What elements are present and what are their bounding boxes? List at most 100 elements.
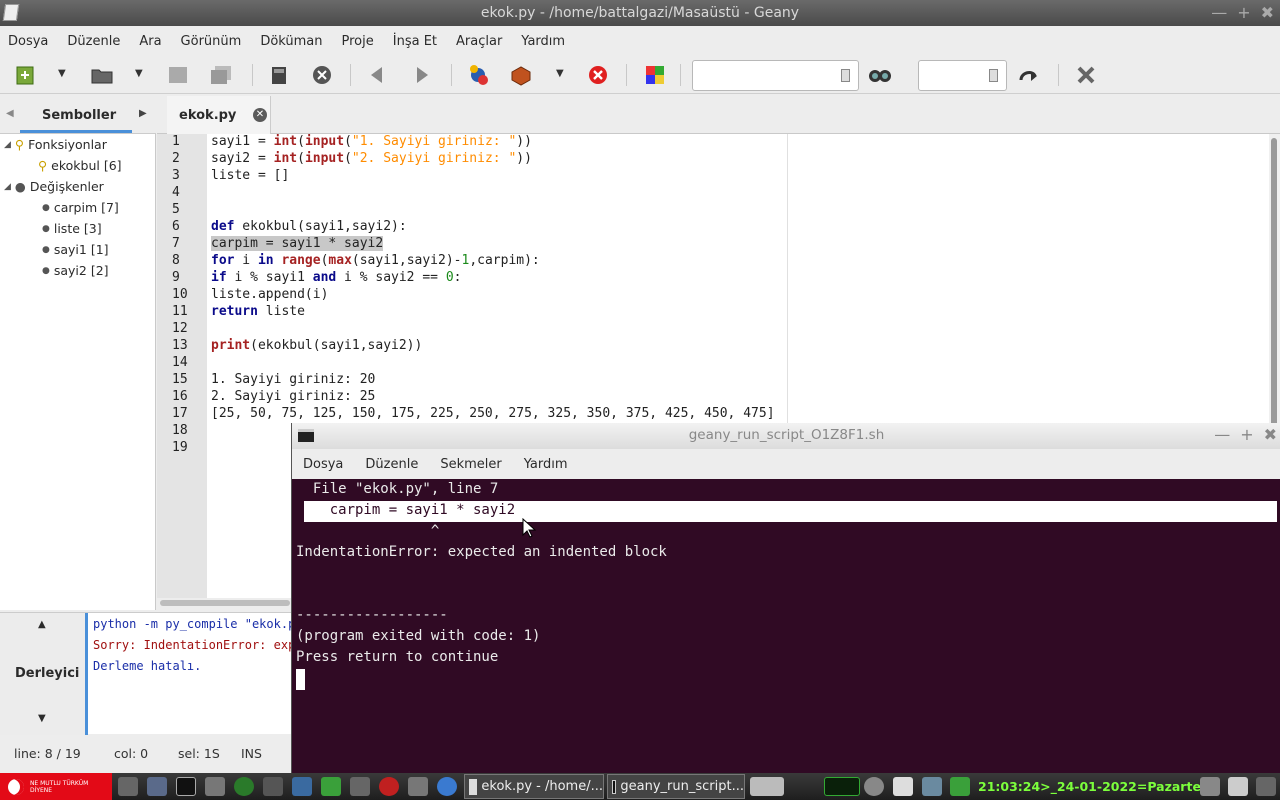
- download-icon[interactable]: [1228, 777, 1248, 796]
- minimize-button[interactable]: —: [1211, 0, 1227, 26]
- network-icon[interactable]: [922, 777, 942, 796]
- tree-item-carpim[interactable]: ● carpim [7]: [42, 200, 119, 215]
- menu-duzenle[interactable]: Düzenle: [67, 34, 129, 49]
- calculator-icon[interactable]: [263, 777, 283, 796]
- chevron-down-icon[interactable]: ▼: [58, 68, 66, 79]
- scroll-down-icon[interactable]: ▼: [38, 713, 46, 724]
- code-line[interactable]: liste = []: [211, 168, 289, 183]
- revert-icon[interactable]: [266, 62, 292, 88]
- stop-icon[interactable]: [585, 62, 611, 88]
- clear-icon[interactable]: [841, 69, 850, 82]
- close-button[interactable]: ✖: [1261, 0, 1274, 26]
- save-all-icon[interactable]: [208, 62, 234, 88]
- tab-derleyici[interactable]: Derleyici: [15, 666, 79, 681]
- tree-item-sayi2[interactable]: ● sayi2 [2]: [42, 263, 109, 278]
- save-icon[interactable]: [165, 62, 191, 88]
- terminal-menu-yardim[interactable]: Yardım: [524, 457, 568, 472]
- maximize-button[interactable]: +: [1237, 0, 1250, 26]
- game-icon[interactable]: [321, 777, 341, 796]
- tree-item-ekokbul[interactable]: ⚲ ekokbul [6]: [38, 158, 122, 173]
- close-file-icon[interactable]: [309, 62, 335, 88]
- search-input[interactable]: [692, 60, 859, 91]
- terminal-line[interactable]: ------------------: [296, 607, 448, 623]
- show-desktop-icon[interactable]: [118, 777, 138, 796]
- code-line[interactable]: 2. Sayiyi giriniz: 25: [211, 389, 375, 404]
- expander-icon[interactable]: ◢: [4, 140, 11, 150]
- clock[interactable]: 21:03:24>_24-01-2022=Pazartesi: [978, 779, 1213, 794]
- menu-araclar[interactable]: Araçlar: [456, 34, 511, 49]
- terminal-launcher-icon[interactable]: [176, 777, 196, 796]
- menu-proje[interactable]: Proje: [342, 34, 383, 49]
- browser-icon[interactable]: [437, 777, 457, 796]
- close-button[interactable]: ✖: [1264, 423, 1277, 447]
- compiler-message[interactable]: python -m py_compile "ekok.p: [93, 617, 295, 631]
- expander-icon[interactable]: ◢: [4, 182, 11, 192]
- settings-icon[interactable]: [1200, 777, 1220, 796]
- editor-vertical-scrollbar[interactable]: [1269, 134, 1280, 434]
- code-line[interactable]: print(ekokbul(sayi1,sayi2)): [211, 338, 422, 353]
- code-line-current[interactable]: carpim = sayi1 * sayi2: [211, 236, 384, 251]
- search-icon[interactable]: [867, 62, 893, 88]
- terminal-menu-duzenle[interactable]: Düzenle: [365, 457, 418, 472]
- clear-icon[interactable]: [989, 69, 998, 82]
- terminal-line[interactable]: ^: [296, 523, 439, 539]
- build-icon[interactable]: [508, 62, 534, 88]
- menu-dosya[interactable]: Dosya: [8, 34, 57, 49]
- scroll-up-icon[interactable]: ▲: [38, 619, 46, 630]
- screenshot-icon[interactable]: [205, 777, 225, 796]
- security-shield-icon[interactable]: [950, 777, 970, 796]
- menu-insa-et[interactable]: İnşa Et: [393, 34, 446, 49]
- tab-scroll-right-icon[interactable]: ▶: [139, 108, 147, 119]
- menu-gorunum[interactable]: Görünüm: [181, 34, 251, 49]
- terminal-line[interactable]: (program exited with code: 1): [296, 628, 540, 644]
- code-line[interactable]: liste.append(i): [211, 287, 328, 302]
- tab-semboller[interactable]: Semboller: [42, 108, 116, 123]
- compile-icon[interactable]: [465, 62, 491, 88]
- task-terminal[interactable]: geany_run_script...: [607, 774, 745, 799]
- close-tab-icon[interactable]: ✕: [253, 108, 267, 122]
- code-line[interactable]: return liste: [211, 304, 305, 319]
- resize-icon[interactable]: [1256, 777, 1276, 796]
- minimize-button[interactable]: —: [1214, 423, 1230, 447]
- cherry-icon[interactable]: [379, 777, 399, 796]
- open-file-icon[interactable]: [89, 62, 115, 88]
- chevron-down-icon[interactable]: ▼: [556, 68, 564, 79]
- tools-icon[interactable]: [408, 777, 428, 796]
- chevron-down-icon[interactable]: ▼: [135, 68, 143, 79]
- maximize-button[interactable]: +: [1240, 423, 1253, 447]
- tree-item-liste[interactable]: ● liste [3]: [42, 221, 102, 236]
- jump-to-line-input[interactable]: [918, 60, 1007, 91]
- tree-item-fonksiyonlar[interactable]: ◢ ⚲ Fonksiyonlar: [4, 137, 107, 152]
- workspace-switcher-icon[interactable]: [750, 777, 784, 796]
- compiler-message[interactable]: Derleme hatalı.: [93, 659, 201, 673]
- editor-launcher-icon[interactable]: [292, 777, 312, 796]
- task-geany[interactable]: ekok.py - /home/...: [464, 774, 604, 799]
- tree-item-degiskenler[interactable]: ◢ ● Değişkenler: [4, 179, 104, 194]
- font-icon[interactable]: [234, 777, 254, 796]
- compiler-error-message[interactable]: Sorry: IndentationError: exp: [93, 638, 295, 652]
- tree-item-sayi1[interactable]: ● sayi1 [1]: [42, 242, 109, 257]
- terminal-line-selected[interactable]: carpim = sayi1 * sayi2: [296, 502, 515, 518]
- terminal-menu-sekmeler[interactable]: Sekmeler: [440, 457, 501, 472]
- code-line[interactable]: for i in range(max(sayi1,sayi2)-1,carpim…: [211, 253, 540, 268]
- file-manager-icon[interactable]: [147, 777, 167, 796]
- tab-scroll-left-icon[interactable]: ◀: [6, 108, 14, 119]
- back-icon[interactable]: [364, 62, 390, 88]
- jump-to-line-icon[interactable]: [1016, 62, 1042, 88]
- quit-icon[interactable]: [1073, 62, 1099, 88]
- tab-ekok-py[interactable]: ekok.py ✕: [167, 96, 271, 134]
- code-line[interactable]: sayi2 = int(input("2. Sayiyi giriniz: ")…: [211, 151, 532, 166]
- code-line[interactable]: def ekokbul(sayi1,sayi2):: [211, 219, 407, 234]
- clipboard-icon[interactable]: [893, 777, 913, 796]
- terminal-line[interactable]: IndentationError: expected an indented b…: [296, 544, 667, 560]
- volume-icon[interactable]: [864, 777, 884, 796]
- forward-icon[interactable]: [409, 62, 435, 88]
- terminal-menu-dosya[interactable]: Dosya: [303, 457, 343, 472]
- menu-dokuman[interactable]: Döküman: [260, 34, 331, 49]
- music-icon[interactable]: [350, 777, 370, 796]
- new-file-icon[interactable]: [12, 62, 38, 88]
- code-line[interactable]: sayi1 = int(input("1. Sayiyi giriniz: ")…: [211, 134, 532, 149]
- menu-yardim[interactable]: Yardım: [521, 34, 574, 49]
- code-line[interactable]: 1. Sayiyi giriniz: 20: [211, 372, 375, 387]
- terminal-line[interactable]: File "ekok.py", line 7: [296, 481, 498, 497]
